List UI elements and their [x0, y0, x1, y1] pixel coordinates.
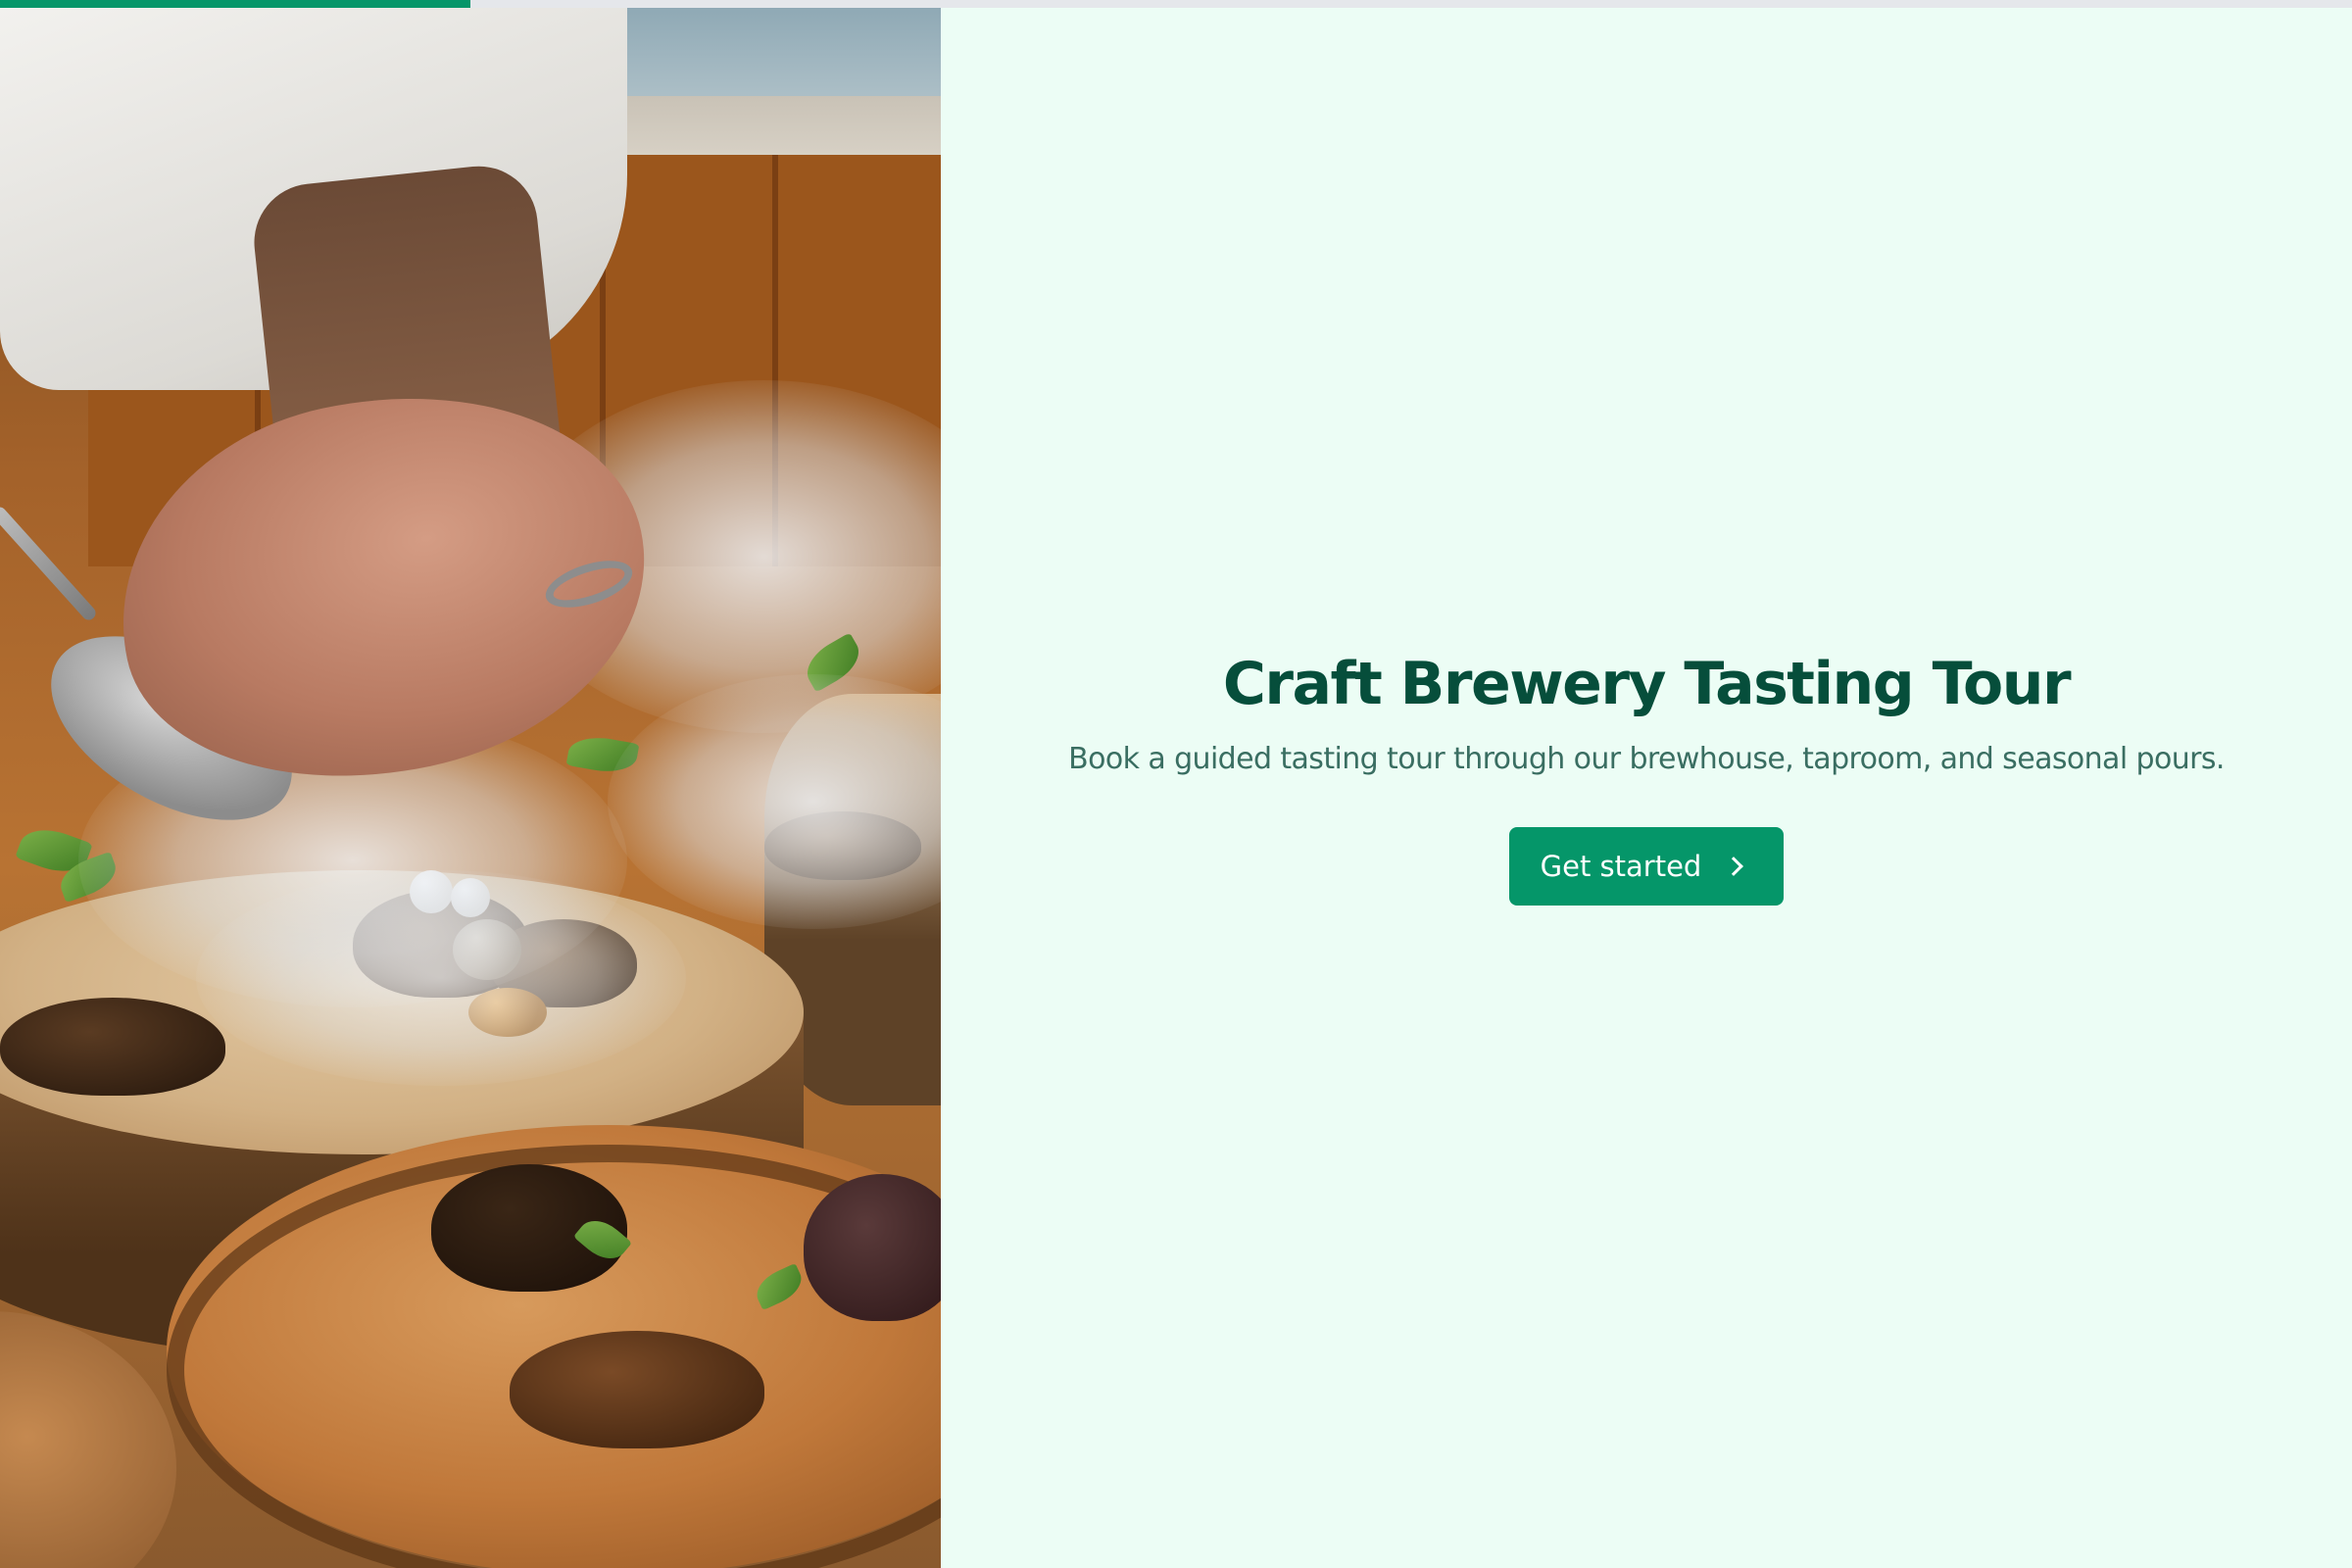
- progress-bar: [0, 0, 2352, 8]
- onboarding-layout: Craft Brewery Tasting Tour Book a guided…: [0, 8, 2352, 1568]
- photo-mushroom: [0, 998, 225, 1096]
- photo-spoon-handle: [0, 504, 99, 623]
- get-started-button[interactable]: Get started: [1508, 826, 1785, 906]
- photo-mushroom: [510, 1331, 764, 1448]
- progress-fill: [0, 0, 470, 8]
- photo-wood-board: [0, 1311, 176, 1568]
- hero-content: Craft Brewery Tasting Tour Book a guided…: [941, 8, 2352, 1568]
- page-subtitle: Book a guided tasting tour through our b…: [1068, 741, 2225, 776]
- photo-mushroom: [804, 1174, 941, 1321]
- photo-fog: [196, 870, 686, 1086]
- hero-photo: [0, 8, 941, 1568]
- chevron-right-icon: [1724, 856, 1744, 876]
- get-started-label: Get started: [1540, 849, 1702, 883]
- page-title: Craft Brewery Tasting Tour: [1222, 649, 2072, 718]
